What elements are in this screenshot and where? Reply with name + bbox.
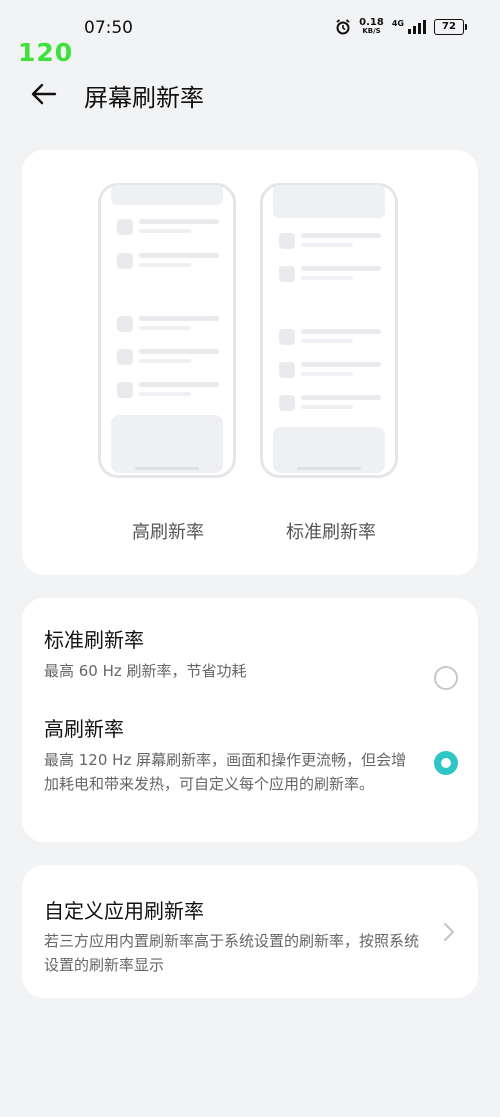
arrow-left-icon[interactable]: [30, 80, 58, 108]
net-speed: 0.18 KB/S: [359, 18, 384, 36]
preview-label-high: 高刷新率: [132, 522, 204, 543]
preview-label-standard: 标准刷新率: [286, 522, 376, 543]
page-title: 屏幕刷新率: [84, 84, 204, 112]
refresh-rate-options-card: 标准刷新率 最高 60 Hz 刷新率，节省功耗 高刷新率 最高 120 Hz 屏…: [22, 598, 478, 842]
battery-level: 72: [442, 21, 456, 32]
status-time: 07:50: [84, 18, 133, 38]
standard-refresh-preview-image: [260, 183, 398, 478]
fps-overlay: 120: [18, 38, 74, 67]
custom-description: 若三方应用内置刷新率高于系统设置的刷新率，按照系统设置的刷新率显示: [44, 932, 420, 974]
option-title: 高刷新率: [44, 717, 124, 741]
status-icons: 0.18 KB/S 4G 72: [335, 18, 467, 36]
custom-title: 自定义应用刷新率: [44, 899, 204, 923]
page-header: 屏幕刷新率: [0, 70, 500, 118]
net-speed-value: 0.18: [359, 17, 384, 28]
option-description: 最高 120 Hz 屏幕刷新率，画面和操作更流畅，但会增加耗电和带来发热，可自定…: [44, 751, 407, 793]
network-type: 4G: [391, 18, 404, 28]
chevron-right-icon: [444, 923, 454, 941]
radio-high-refresh[interactable]: [434, 751, 458, 775]
alarm-icon: [336, 19, 350, 35]
status-bar: 07:50 120 0.18 KB/S 4G 72: [0, 0, 500, 67]
net-speed-unit: KB/S: [362, 27, 381, 35]
custom-app-refresh-rate-item[interactable]: 自定义应用刷新率 若三方应用内置刷新率高于系统设置的刷新率，按照系统设置的刷新率…: [22, 865, 478, 998]
option-title: 标准刷新率: [44, 628, 144, 652]
refresh-rate-preview-card: 高刷新率 标准刷新率: [22, 150, 478, 575]
signal-icon: [408, 20, 426, 34]
radio-standard-refresh[interactable]: [434, 666, 458, 690]
high-refresh-preview-image: [98, 183, 236, 478]
option-description: 最高 60 Hz 刷新率，节省功耗: [44, 662, 247, 680]
battery-icon: 72: [434, 19, 467, 35]
